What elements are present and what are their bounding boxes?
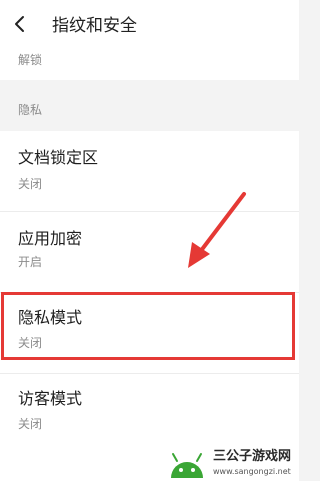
back-button[interactable] — [10, 14, 30, 34]
setting-item-title: 应用加密 — [18, 229, 83, 248]
setting-item-status: 关闭 — [18, 417, 43, 431]
setting-item-status: 关闭 — [18, 177, 43, 191]
setting-item-status: 开启 — [18, 255, 43, 269]
app-header: 指纹和安全 — [0, 0, 299, 44]
page-title: 指纹和安全 — [52, 16, 137, 36]
watermark: 三公子游戏网 www.sangongzi.net — [165, 448, 299, 481]
setting-item-title: 文档锁定区 — [18, 148, 99, 167]
red-arrow-icon — [188, 192, 246, 268]
unlock-setting-item[interactable]: 解锁 — [0, 44, 299, 80]
unlock-setting-subtitle: 解锁 — [18, 53, 43, 67]
watermark-url: www.sangongzi.net — [213, 467, 291, 476]
android-logo-icon — [171, 453, 203, 478]
chevron-left-icon — [15, 16, 24, 32]
settings-screen: 指纹和安全 解锁 隐私 文档锁定区 关闭 应用加密 开启 隐私模式 关闭 访客模… — [0, 0, 299, 481]
privacy-section-header: 隐私 — [18, 103, 43, 117]
watermark-title: 三公子游戏网 — [213, 449, 292, 464]
highlight-box — [1, 292, 295, 360]
setting-item-app-encryption[interactable]: 应用加密 开启 — [0, 212, 299, 292]
setting-item-document-lock[interactable]: 文档锁定区 关闭 — [0, 131, 299, 211]
setting-item-title: 访客模式 — [18, 389, 83, 408]
